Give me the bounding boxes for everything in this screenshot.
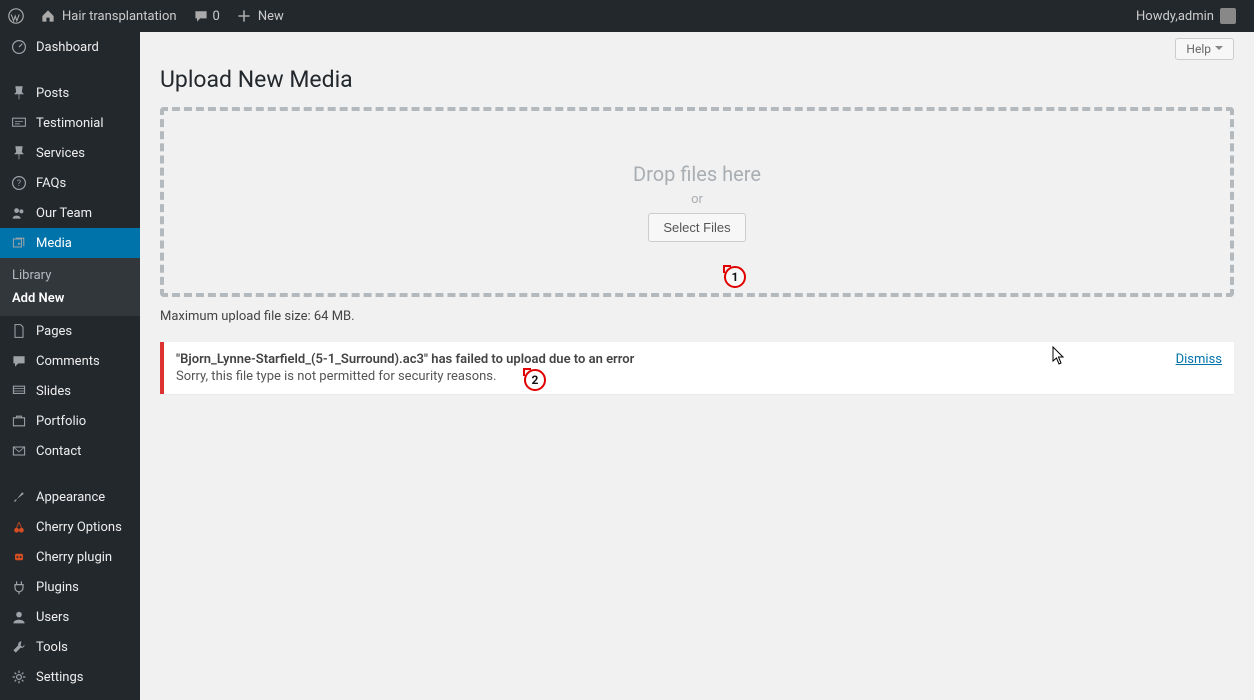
wp-logo[interactable] <box>0 0 32 32</box>
howdy-username: admin <box>1178 9 1214 24</box>
plug-icon <box>10 579 28 595</box>
plus-icon <box>236 8 252 24</box>
sidebar-item-media[interactable]: Media <box>0 228 140 258</box>
sidebar-item-appearance[interactable]: Appearance <box>0 482 140 512</box>
sidebar-item-label: Tools <box>36 640 68 655</box>
cherryplug-icon <box>10 549 28 565</box>
chevron-down-icon <box>1215 46 1223 54</box>
sidebar-item-label: Contact <box>36 444 81 459</box>
sidebar-item-portfolio[interactable]: Portfolio <box>0 406 140 436</box>
howdy-prefix: Howdy, <box>1136 9 1178 24</box>
sidebar-item-services[interactable]: Services <box>0 138 140 168</box>
page-title: Upload New Media <box>160 66 1234 93</box>
help-icon: ? <box>10 175 28 191</box>
sidebar-item-label: Settings <box>36 670 83 685</box>
cherry-icon <box>10 519 28 535</box>
dropzone-instruction: Drop files here <box>633 162 761 186</box>
slides-icon <box>10 383 28 399</box>
sidebar-item-posts[interactable]: Posts <box>0 78 140 108</box>
media-icon <box>10 235 28 251</box>
sidebar-submenu: LibraryAdd New <box>0 258 140 316</box>
sidebar-item-cherry-plugin[interactable]: Cherry plugin <box>0 542 140 572</box>
users-icon <box>10 205 28 221</box>
comment-icon <box>193 8 209 24</box>
pin-icon <box>10 145 28 161</box>
quote-icon <box>10 115 28 131</box>
sidebar-item-dashboard[interactable]: Dashboard <box>0 32 140 62</box>
comments-link[interactable]: 0 <box>185 0 228 32</box>
site-name-label: Hair transplantation <box>62 9 177 24</box>
sidebar-item-label: FAQs <box>36 176 66 191</box>
sidebar-item-settings[interactable]: Settings <box>0 662 140 692</box>
sidebar-item-testimonial[interactable]: Testimonial <box>0 108 140 138</box>
sidebar-item-label: Slides <box>36 384 71 399</box>
sidebar-item-plugins[interactable]: Plugins <box>0 572 140 602</box>
help-tab[interactable]: Help <box>1175 38 1234 60</box>
sidebar-item-faqs[interactable]: ? FAQs <box>0 168 140 198</box>
max-upload-size: Maximum upload file size: 64 MB. <box>160 309 1234 324</box>
sidebar-item-label: Services <box>36 146 85 161</box>
upload-dropzone[interactable]: Drop files here or Select Files 1 <box>160 107 1234 297</box>
sidebar-item-label: Portfolio <box>36 414 86 429</box>
sidebar-item-label: Plugins <box>36 580 79 595</box>
sidebar-item-label: Appearance <box>36 490 105 505</box>
cursor-icon <box>1052 346 1066 366</box>
annotation-circle-2: 2 <box>524 369 546 391</box>
admin-sidebar: Dashboard Posts Testimonial Services? FAQs Ou… <box>0 32 140 700</box>
sidebar-item-tools[interactable]: Tools <box>0 632 140 662</box>
sidebar-item-label: Comments <box>36 354 100 369</box>
sidebar-subitem-library[interactable]: Library <box>0 264 140 287</box>
sidebar-item-label: Media <box>36 236 72 251</box>
mail-icon <box>10 443 28 459</box>
comments-count: 0 <box>213 9 220 24</box>
sidebar-item-label: Pages <box>36 324 72 339</box>
content-area: Help Upload New Media Drop files here or… <box>140 32 1254 700</box>
sidebar-item-label: Dashboard <box>36 40 99 55</box>
avatar <box>1220 8 1236 24</box>
error-title: "Bjorn_Lynne-Starfield_(5-1_Surround).ac… <box>176 352 634 367</box>
dismiss-link[interactable]: Dismiss <box>1176 352 1222 367</box>
sidebar-item-comments[interactable]: Comments <box>0 346 140 376</box>
error-message: Sorry, this file type is not permitted f… <box>176 369 634 384</box>
user-icon <box>10 609 28 625</box>
dashboard-icon <box>10 39 28 55</box>
howdy-user[interactable]: Howdy, admin <box>1122 0 1244 32</box>
sidebar-item-label: Our Team <box>36 206 92 221</box>
new-content-link[interactable]: New <box>228 0 292 32</box>
sidebar-item-contact[interactable]: Contact <box>0 436 140 466</box>
sidebar-item-label: Cherry plugin <box>36 550 112 565</box>
sidebar-item-cherry-options[interactable]: Cherry Options <box>0 512 140 542</box>
help-label: Help <box>1186 42 1211 56</box>
annotation-circle-1: 1 <box>724 266 746 288</box>
sidebar-item-pages[interactable]: Pages <box>0 316 140 346</box>
sidebar-item-label: Testimonial <box>36 116 104 131</box>
portfolio-icon <box>10 413 28 429</box>
svg-text:?: ? <box>17 179 21 189</box>
sidebar-item-our-team[interactable]: Our Team <box>0 198 140 228</box>
sidebar-item-label: Cherry Options <box>36 520 122 535</box>
menu-separator <box>0 62 140 78</box>
sidebar-item-slides[interactable]: Slides <box>0 376 140 406</box>
home-icon <box>40 8 56 24</box>
admin-bar: Hair transplantation 0 New Howdy, admin <box>0 0 1254 32</box>
dropzone-or: or <box>691 192 703 207</box>
sidebar-item-label: Posts <box>36 86 69 101</box>
page-icon <box>10 323 28 339</box>
select-files-button[interactable]: Select Files <box>648 213 745 242</box>
sidebar-item-label: Users <box>36 610 69 625</box>
upload-error-notice: "Bjorn_Lynne-Starfield_(5-1_Surround).ac… <box>160 342 1234 394</box>
tools-icon <box>10 639 28 655</box>
settings-icon <box>10 669 28 685</box>
sidebar-subitem-add-new[interactable]: Add New <box>0 287 140 310</box>
sidebar-item-users[interactable]: Users <box>0 602 140 632</box>
menu-separator <box>0 466 140 482</box>
site-name-link[interactable]: Hair transplantation <box>32 0 185 32</box>
wordpress-icon <box>8 8 24 24</box>
new-label: New <box>258 9 284 24</box>
pin-icon <box>10 85 28 101</box>
brush-icon <box>10 489 28 505</box>
comment-icon <box>10 353 28 369</box>
